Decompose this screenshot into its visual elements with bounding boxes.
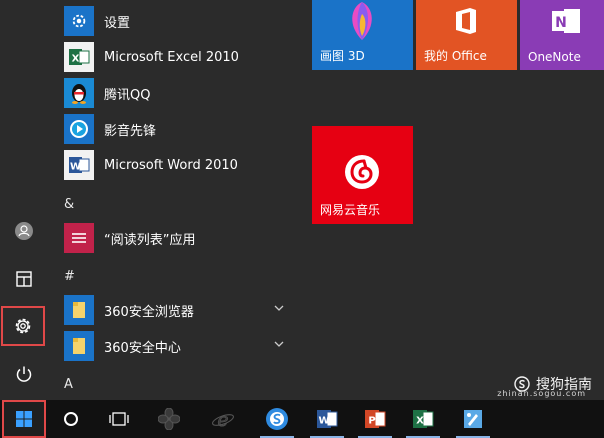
tile-paint-3d[interactable]: 画图 3D — [312, 0, 413, 70]
power-icon — [16, 366, 32, 382]
app-list: 设置 X Microsoft Excel 2010 腾讯QQ 影音先锋 W Mi… — [48, 0, 298, 400]
watermark-url: zhinan.sogou.com — [497, 389, 586, 398]
taskbar-app-powerpoint[interactable]: P — [352, 400, 398, 438]
tile-label: 我的 Office — [424, 49, 487, 63]
app-qq[interactable]: 腾讯QQ — [64, 77, 290, 109]
excel-icon: X — [64, 42, 94, 72]
task-view-icon — [109, 412, 129, 426]
app-folder-360-browser[interactable]: 360安全浏览器 — [64, 294, 290, 326]
word-icon: W — [317, 410, 338, 428]
app-label: 影音先锋 — [104, 123, 157, 139]
office-icon — [456, 8, 476, 34]
svg-text:W: W — [318, 416, 329, 427]
app-label: 360安全中心 — [104, 340, 181, 356]
word-icon: W — [64, 150, 94, 180]
app-label: 设置 — [104, 15, 131, 31]
svg-text:P: P — [368, 416, 375, 427]
group-header-a[interactable]: A — [64, 377, 73, 392]
tile-label: 画图 3D — [320, 49, 365, 63]
svg-text:N: N — [555, 15, 567, 31]
document-icon — [16, 271, 32, 287]
sogou-browser-icon — [266, 408, 288, 430]
taskbar-app-fan[interactable] — [146, 400, 192, 438]
documents-button[interactable] — [6, 262, 42, 296]
app-settings[interactable]: 设置 — [64, 5, 290, 37]
user-avatar-icon — [15, 222, 33, 240]
start-menu-rail — [0, 0, 48, 400]
taskbar-app-excel[interactable]: X — [400, 400, 446, 438]
folder-icon — [64, 331, 94, 361]
taskbar-app-sogou-browser[interactable] — [254, 400, 300, 438]
paint-app-icon — [464, 410, 482, 428]
taskbar: e W P X — [0, 400, 604, 438]
app-word[interactable]: W Microsoft Word 2010 — [64, 149, 290, 181]
gear-icon — [15, 318, 31, 334]
powerpoint-icon: P — [365, 410, 386, 428]
app-label: “阅读列表”应用 — [104, 232, 196, 248]
svg-text:X: X — [416, 416, 424, 427]
onenote-icon: N — [552, 9, 580, 33]
start-button[interactable] — [2, 400, 46, 438]
ie-browser-icon: e — [212, 409, 234, 430]
group-header-hash[interactable]: # — [64, 269, 75, 284]
app-label: 腾讯QQ — [104, 87, 151, 103]
tile-netease-music[interactable]: 网易云音乐 — [312, 126, 413, 224]
tile-onenote[interactable]: N OneNote — [520, 0, 604, 70]
user-account-button[interactable] — [6, 214, 42, 248]
group-header-amp[interactable]: & — [64, 197, 74, 212]
folder-icon — [64, 295, 94, 325]
app-label: Microsoft Excel 2010 — [104, 49, 239, 65]
tile-my-office[interactable]: 我的 Office — [416, 0, 517, 70]
app-reading-list[interactable]: “阅读列表”应用 — [64, 222, 290, 254]
power-button[interactable] — [6, 357, 42, 391]
gear-icon — [64, 6, 94, 36]
excel-icon: X — [413, 410, 434, 428]
cortana-circle-icon — [64, 412, 78, 426]
settings-button[interactable] — [1, 306, 45, 346]
taskbar-app-ie[interactable]: e — [200, 400, 246, 438]
cortana-button[interactable] — [48, 400, 94, 438]
reading-list-icon — [64, 223, 94, 253]
qq-penguin-icon — [64, 78, 94, 108]
chevron-down-icon[interactable] — [274, 303, 284, 313]
task-view-button[interactable] — [96, 400, 142, 438]
svg-text:W: W — [70, 162, 81, 173]
tile-label: OneNote — [528, 50, 581, 64]
app-excel[interactable]: X Microsoft Excel 2010 — [64, 41, 290, 73]
app-label: Microsoft Word 2010 — [104, 157, 238, 173]
taskbar-app-paint[interactable] — [450, 400, 496, 438]
app-label: 360安全浏览器 — [104, 304, 194, 320]
chevron-down-icon[interactable] — [274, 339, 284, 349]
app-folder-360-security[interactable]: 360安全中心 — [64, 330, 290, 362]
fan-app-icon — [158, 408, 180, 430]
app-media-player[interactable]: 影音先锋 — [64, 113, 290, 145]
taskbar-app-word[interactable]: W — [304, 400, 350, 438]
svg-text:e: e — [217, 409, 228, 430]
media-player-icon — [64, 114, 94, 144]
paint-3d-icon — [352, 2, 372, 40]
windows-start-icon — [16, 411, 32, 427]
netease-music-icon — [345, 155, 379, 189]
tile-label: 网易云音乐 — [320, 203, 381, 217]
svg-text:X: X — [72, 54, 80, 65]
